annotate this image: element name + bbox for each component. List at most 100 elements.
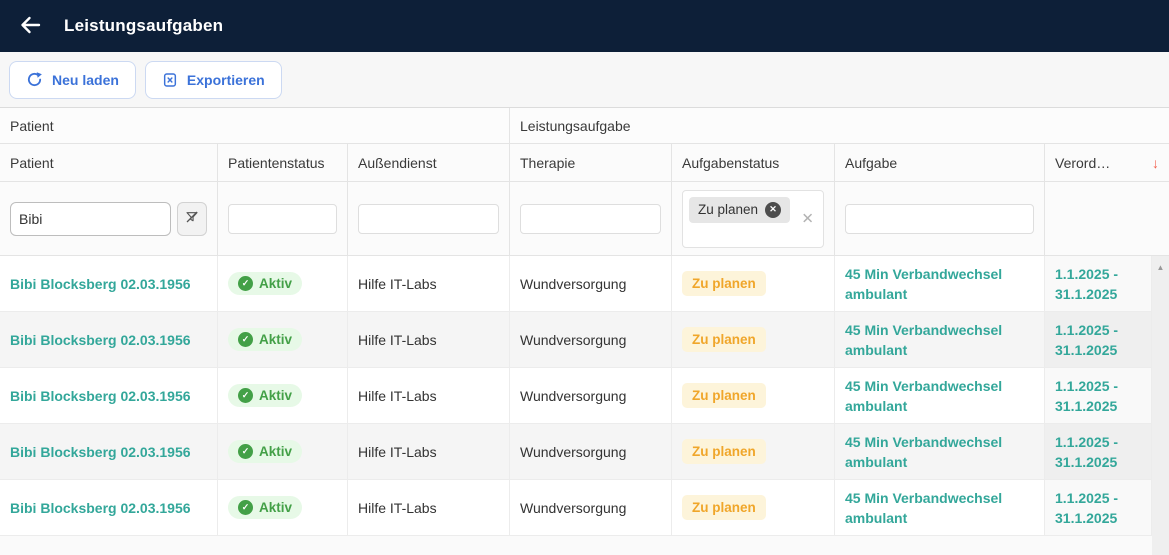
- aufgabe-link[interactable]: 45 Min Verbandwechsel ambulant: [845, 320, 1034, 360]
- patientenstatus-filter-input[interactable]: [228, 204, 337, 234]
- column-header-patient[interactable]: Patient: [0, 144, 218, 181]
- column-header-verordnung[interactable]: Verord… ↓: [1045, 144, 1169, 181]
- excel-export-icon: [162, 72, 178, 88]
- table-row: Bibi Blocksberg 02.03.1956 ✓ Aktiv Hilfe…: [0, 424, 1152, 480]
- filter-off-icon: [184, 209, 200, 228]
- task-status-badge: Zu planen: [682, 495, 766, 520]
- filter-cell-therapie: [510, 182, 672, 255]
- filter-tag-zu-planen[interactable]: Zu planen ✕: [689, 197, 790, 223]
- scroll-up-icon[interactable]: ▲: [1157, 263, 1165, 555]
- back-button[interactable]: [17, 13, 43, 39]
- column-header-aufgabenstatus[interactable]: Aufgabenstatus: [672, 144, 835, 181]
- aussendienst-filter-input[interactable]: [358, 204, 499, 234]
- patient-filter-input[interactable]: [10, 202, 171, 236]
- aufgabe-link[interactable]: 45 Min Verbandwechsel ambulant: [845, 376, 1034, 416]
- column-header-aufgabenstatus-label: Aufgabenstatus: [682, 155, 779, 171]
- cell-therapie: Wundversorgung: [510, 480, 672, 535]
- patient-status-label: Aktiv: [259, 332, 292, 347]
- tag-remove-icon[interactable]: ✕: [765, 202, 781, 218]
- back-arrow-icon: [18, 13, 42, 40]
- cell-patient: Bibi Blocksberg 02.03.1956: [0, 368, 218, 423]
- clear-tags-icon[interactable]: ✕: [801, 211, 814, 226]
- therapie-value: Wundversorgung: [520, 500, 626, 516]
- verordnung-value[interactable]: 1.1.2025 - 31.1.2025: [1055, 488, 1141, 528]
- filter-cell-patientenstatus: [218, 182, 348, 255]
- reload-button-label: Neu laden: [52, 72, 119, 88]
- vertical-scrollbar[interactable]: ▲: [1152, 256, 1169, 555]
- filter-row: Zu planen ✕ ✕: [0, 182, 1169, 256]
- cell-therapie: Wundversorgung: [510, 256, 672, 311]
- group-header-patient: Patient: [0, 108, 510, 143]
- cell-patientenstatus: ✓ Aktiv: [218, 424, 348, 479]
- sort-desc-icon[interactable]: ↓: [1152, 155, 1159, 171]
- patient-link[interactable]: Bibi Blocksberg 02.03.1956: [10, 442, 191, 462]
- cell-aussendienst: Hilfe IT-Labs: [348, 312, 510, 367]
- verordnung-value[interactable]: 1.1.2025 - 31.1.2025: [1055, 432, 1141, 472]
- aussendienst-value: Hilfe IT-Labs: [358, 388, 437, 404]
- therapie-value: Wundversorgung: [520, 444, 626, 460]
- reload-button[interactable]: Neu laden: [9, 61, 136, 99]
- cell-verordnung: 1.1.2025 - 31.1.2025: [1045, 424, 1152, 479]
- cell-aufgabe: 45 Min Verbandwechsel ambulant: [835, 480, 1045, 535]
- column-header-aufgabe-label: Aufgabe: [845, 155, 897, 171]
- patient-status-label: Aktiv: [259, 444, 292, 459]
- verordnung-value[interactable]: 1.1.2025 - 31.1.2025: [1055, 376, 1141, 416]
- cell-verordnung: 1.1.2025 - 31.1.2025: [1045, 312, 1152, 367]
- cell-verordnung: 1.1.2025 - 31.1.2025: [1045, 480, 1152, 535]
- column-header-aussendienst-label: Außendienst: [358, 155, 437, 171]
- cell-aussendienst: Hilfe IT-Labs: [348, 256, 510, 311]
- column-header-row: Patient Patientenstatus Außendienst Ther…: [0, 144, 1169, 182]
- cell-aufgabe: 45 Min Verbandwechsel ambulant: [835, 368, 1045, 423]
- grid-body: Bibi Blocksberg 02.03.1956 ✓ Aktiv Hilfe…: [0, 256, 1169, 555]
- patient-link[interactable]: Bibi Blocksberg 02.03.1956: [10, 330, 191, 350]
- cell-patient: Bibi Blocksberg 02.03.1956: [0, 424, 218, 479]
- aufgabe-link[interactable]: 45 Min Verbandwechsel ambulant: [845, 432, 1034, 472]
- group-header-row: Patient Leistungsaufgabe: [0, 108, 1169, 144]
- task-status-badge: Zu planen: [682, 271, 766, 296]
- patient-status-badge: ✓ Aktiv: [228, 272, 302, 295]
- clear-filter-button[interactable]: [177, 202, 207, 236]
- cell-patient: Bibi Blocksberg 02.03.1956: [0, 312, 218, 367]
- aufgabe-filter-input[interactable]: [845, 204, 1034, 234]
- rows-container: Bibi Blocksberg 02.03.1956 ✓ Aktiv Hilfe…: [0, 256, 1152, 536]
- task-status-badge: Zu planen: [682, 439, 766, 464]
- data-grid: Patient Leistungsaufgabe Patient Patient…: [0, 107, 1169, 555]
- patient-status-label: Aktiv: [259, 388, 292, 403]
- filter-cell-aussendienst: [348, 182, 510, 255]
- task-status-badge: Zu planen: [682, 327, 766, 352]
- export-button[interactable]: Exportieren: [145, 61, 282, 99]
- column-header-aussendienst[interactable]: Außendienst: [348, 144, 510, 181]
- aufgabe-link[interactable]: 45 Min Verbandwechsel ambulant: [845, 488, 1034, 528]
- patient-link[interactable]: Bibi Blocksberg 02.03.1956: [10, 274, 191, 294]
- table-row: Bibi Blocksberg 02.03.1956 ✓ Aktiv Hilfe…: [0, 312, 1152, 368]
- patient-status-label: Aktiv: [259, 500, 292, 515]
- toolbar: Neu laden Exportieren: [0, 52, 1169, 107]
- patient-status-badge: ✓ Aktiv: [228, 496, 302, 519]
- app-bar: Leistungsaufgaben: [0, 0, 1169, 52]
- cell-patient: Bibi Blocksberg 02.03.1956: [0, 480, 218, 535]
- aufgabe-link[interactable]: 45 Min Verbandwechsel ambulant: [845, 264, 1034, 304]
- table-row: Bibi Blocksberg 02.03.1956 ✓ Aktiv Hilfe…: [0, 480, 1152, 536]
- column-header-therapie[interactable]: Therapie: [510, 144, 672, 181]
- cell-aufgabe: 45 Min Verbandwechsel ambulant: [835, 312, 1045, 367]
- column-header-patientenstatus-label: Patientenstatus: [228, 155, 325, 171]
- patient-link[interactable]: Bibi Blocksberg 02.03.1956: [10, 498, 191, 518]
- column-header-patientenstatus[interactable]: Patientenstatus: [218, 144, 348, 181]
- patient-status-badge: ✓ Aktiv: [228, 440, 302, 463]
- filter-tag-label: Zu planen: [698, 202, 758, 217]
- group-header-patient-label: Patient: [10, 118, 54, 134]
- patient-link[interactable]: Bibi Blocksberg 02.03.1956: [10, 386, 191, 406]
- cell-therapie: Wundversorgung: [510, 312, 672, 367]
- aufgabenstatus-filter-tagbox[interactable]: Zu planen ✕ ✕: [682, 190, 824, 248]
- verordnung-value[interactable]: 1.1.2025 - 31.1.2025: [1055, 264, 1141, 304]
- patient-status-label: Aktiv: [259, 276, 292, 291]
- column-header-aufgabe[interactable]: Aufgabe: [835, 144, 1045, 181]
- therapie-value: Wundversorgung: [520, 388, 626, 404]
- group-header-leistungsaufgabe-label: Leistungsaufgabe: [520, 118, 631, 134]
- therapie-filter-input[interactable]: [520, 204, 661, 234]
- group-header-leistungsaufgabe: Leistungsaufgabe: [510, 108, 1169, 143]
- patient-status-badge: ✓ Aktiv: [228, 384, 302, 407]
- verordnung-value[interactable]: 1.1.2025 - 31.1.2025: [1055, 320, 1141, 360]
- aussendienst-value: Hilfe IT-Labs: [358, 332, 437, 348]
- cell-aussendienst: Hilfe IT-Labs: [348, 368, 510, 423]
